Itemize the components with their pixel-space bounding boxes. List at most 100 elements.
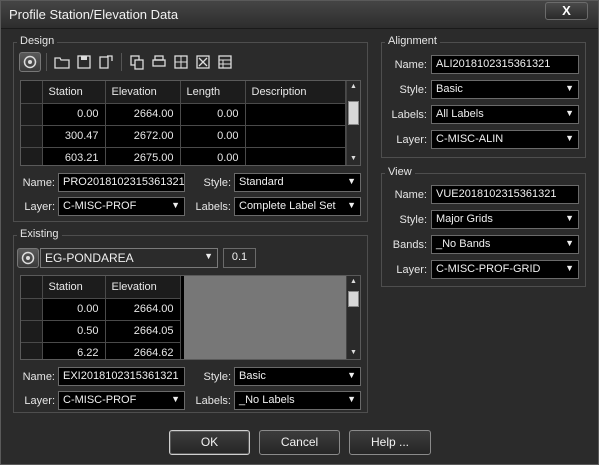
elevation-cell[interactable]: 2664.00 <box>105 103 181 126</box>
design-toolbar <box>19 52 235 72</box>
alignment-name-field[interactable]: ALI2018102315361321 <box>431 55 579 74</box>
design-style-select[interactable]: Standard ▼ <box>234 173 361 192</box>
station-cell[interactable]: 0.00 <box>42 298 106 321</box>
alignment-layer-select[interactable]: C-MISC-ALIN ▼ <box>431 130 579 149</box>
design-table[interactable]: Station Elevation Length Description 0.0… <box>20 80 361 166</box>
elevation-cell[interactable]: 2664.62 <box>105 342 181 359</box>
chevron-down-icon: ▼ <box>204 251 213 261</box>
chevron-down-icon: ▼ <box>565 238 574 248</box>
table-row[interactable]: 603.21 2675.00 0.00 <box>21 147 346 165</box>
existing-group-label: Existing <box>17 228 62 240</box>
column-header-elevation[interactable]: Elevation <box>105 276 181 299</box>
view-style-select[interactable]: Major Grids ▼ <box>431 210 579 229</box>
scroll-down-icon[interactable]: ▼ <box>347 347 360 359</box>
table-row[interactable]: 0.00 2664.00 0.00 <box>21 103 346 126</box>
chevron-down-icon: ▼ <box>565 263 574 273</box>
length-cell[interactable]: 0.00 <box>180 125 246 148</box>
design-layer-label: Layer: <box>24 201 55 213</box>
column-header-length[interactable]: Length <box>180 81 246 104</box>
chevron-down-icon: ▼ <box>565 213 574 223</box>
elevation-cell[interactable]: 2664.00 <box>105 298 181 321</box>
alignment-labels-select[interactable]: All Labels ▼ <box>431 105 579 124</box>
design-table-scrollbar[interactable]: ▲ ▼ <box>346 81 360 165</box>
view-layer-label: Layer: <box>396 264 427 276</box>
alignment-style-label: Style: <box>399 84 427 96</box>
close-button[interactable]: X <box>545 2 588 20</box>
design-name-field[interactable]: PRO2018102315361321 <box>58 173 185 192</box>
print-icon[interactable] <box>149 52 169 72</box>
column-header-station[interactable]: Station <box>42 276 106 299</box>
interval-field[interactable]: 0.1 <box>223 248 256 268</box>
design-name-label: Name: <box>22 177 55 189</box>
open-folder-icon[interactable] <box>52 52 72 72</box>
chevron-down-icon: ▼ <box>171 200 180 210</box>
elevation-cell[interactable]: 2672.00 <box>105 125 181 148</box>
existing-table-scrollbar[interactable]: ▲ ▼ <box>346 276 360 359</box>
station-cell[interactable]: 603.21 <box>42 147 106 165</box>
table-row[interactable]: 0.50 2664.05 <box>21 320 181 343</box>
design-labels-select[interactable]: Complete Label Set ▼ <box>234 197 361 216</box>
station-cell[interactable]: 300.47 <box>42 125 106 148</box>
length-cell[interactable]: 0.00 <box>180 147 246 165</box>
chevron-down-icon: ▼ <box>171 394 180 404</box>
length-cell[interactable]: 0.00 <box>180 103 246 126</box>
alignment-style-select[interactable]: Basic ▼ <box>431 80 579 99</box>
station-cell[interactable]: 6.22 <box>42 342 106 359</box>
scroll-down-icon[interactable]: ▼ <box>347 153 360 165</box>
elevation-cell[interactable]: 2664.05 <box>105 320 181 343</box>
help-button[interactable]: Help ... <box>349 430 431 455</box>
existing-labels-select[interactable]: _No Labels ▼ <box>234 391 361 410</box>
view-name-field[interactable]: VUE2018102315361321 <box>431 185 579 204</box>
row-header-corner <box>21 81 43 104</box>
delete-rows-icon[interactable] <box>193 52 213 72</box>
save-icon[interactable] <box>74 52 94 72</box>
export-icon[interactable] <box>96 52 116 72</box>
existing-labels-label: Labels: <box>195 395 231 407</box>
station-cell[interactable]: 0.50 <box>42 320 106 343</box>
scroll-thumb[interactable] <box>348 291 359 307</box>
scroll-up-icon[interactable]: ▲ <box>347 276 360 288</box>
existing-table[interactable]: Station Elevation 0.00 2664.00 0.50 2664… <box>20 275 361 360</box>
scroll-thumb[interactable] <box>348 101 359 125</box>
scroll-up-icon[interactable]: ▲ <box>347 81 360 93</box>
grid-view-icon[interactable] <box>171 52 191 72</box>
table-row[interactable]: 300.47 2672.00 0.00 <box>21 125 346 148</box>
existing-layer-select[interactable]: C-MISC-PROF ▼ <box>58 391 185 410</box>
existing-style-label: Style: <box>203 371 231 383</box>
view-group-label: View <box>385 166 415 178</box>
alignment-group-label: Alignment <box>385 35 440 47</box>
design-group-label: Design <box>17 35 58 47</box>
existing-name-field[interactable]: EXI2018102315361321 <box>58 367 185 386</box>
view-layer-select[interactable]: C-MISC-PROF-GRID ▼ <box>431 260 579 279</box>
chevron-down-icon: ▼ <box>347 200 356 210</box>
description-cell[interactable] <box>245 147 346 165</box>
description-cell[interactable] <box>245 103 346 126</box>
copy-icon[interactable] <box>127 52 147 72</box>
elevation-cell[interactable]: 2675.00 <box>105 147 181 165</box>
alignment-layer-label: Layer: <box>396 134 427 146</box>
table-row[interactable]: 6.22 2664.62 <box>21 342 181 359</box>
description-cell[interactable] <box>245 125 346 148</box>
cancel-button[interactable]: Cancel <box>259 430 340 455</box>
chevron-down-icon: ▼ <box>565 133 574 143</box>
view-bands-select[interactable]: _No Bands ▼ <box>431 235 579 254</box>
design-layer-select[interactable]: C-MISC-PROF ▼ <box>58 197 185 216</box>
chevron-down-icon: ▼ <box>347 176 356 186</box>
chevron-down-icon: ▼ <box>565 83 574 93</box>
column-header-description[interactable]: Description <box>245 81 346 104</box>
column-header-station[interactable]: Station <box>42 81 106 104</box>
surface-select[interactable]: EG-PONDAREA ▼ <box>40 248 218 268</box>
table-empty-area <box>184 276 346 359</box>
row-header-corner <box>21 276 43 299</box>
station-cell[interactable]: 0.00 <box>42 103 106 126</box>
window-title: Profile Station/Elevation Data <box>9 7 179 22</box>
existing-layer-label: Layer: <box>24 395 55 407</box>
table-row[interactable]: 0.00 2664.00 <box>21 298 181 321</box>
column-header-elevation[interactable]: Elevation <box>105 81 181 104</box>
ok-button[interactable]: OK <box>169 430 250 455</box>
table-settings-icon[interactable] <box>215 52 235 72</box>
pick-surface-icon[interactable] <box>17 248 39 268</box>
pick-point-icon[interactable] <box>19 52 41 72</box>
existing-style-select[interactable]: Basic ▼ <box>234 367 361 386</box>
view-style-label: Style: <box>399 214 427 226</box>
